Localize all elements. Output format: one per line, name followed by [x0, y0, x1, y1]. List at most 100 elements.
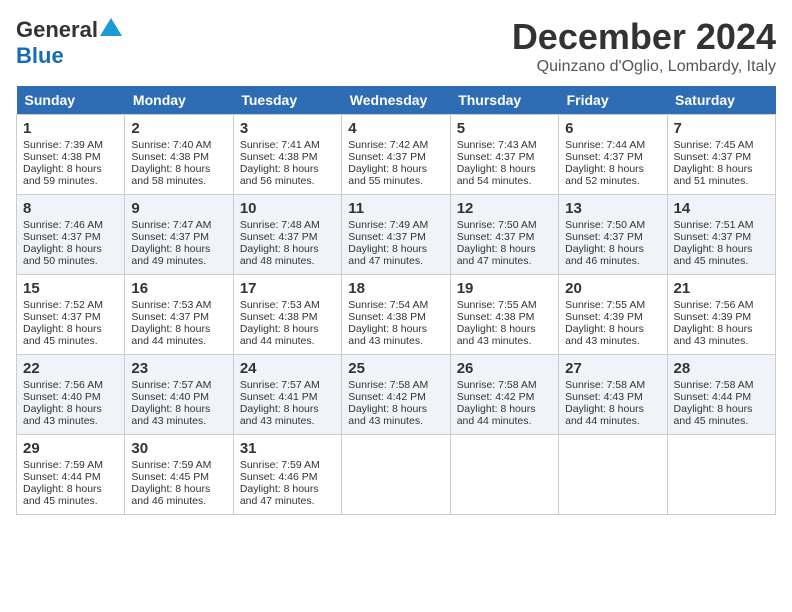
day-number: 29: [23, 440, 118, 457]
calendar-week-5: 29 Sunrise: 7:59 AMSunset: 4:44 PMDayligh…: [17, 435, 776, 515]
day-info: Sunrise: 7:51 AMSunset: 4:37 PMDaylight:…: [674, 219, 754, 267]
day-info: Sunrise: 7:58 AMSunset: 4:44 PMDaylight:…: [674, 379, 754, 427]
day-number: 12: [457, 200, 552, 217]
day-number: 31: [240, 440, 335, 457]
location-title: Quinzano d'Oglio, Lombardy, Italy: [512, 58, 776, 76]
calendar-cell: 19 Sunrise: 7:55 AMSunset: 4:38 PMDayligh…: [450, 275, 558, 355]
calendar-cell: 30Sunrise: 7:59 AMSunset: 4:45 PMDayligh…: [125, 435, 233, 515]
day-info: Sunrise: 7:40 AMSunset: 4:38 PMDaylight:…: [131, 139, 211, 187]
day-number: 16: [131, 280, 226, 297]
logo: General Blue: [16, 16, 122, 69]
calendar-cell: [667, 435, 775, 515]
header-sunday: Sunday: [17, 86, 125, 115]
day-number: 14: [674, 200, 769, 217]
day-number: 21: [674, 280, 769, 297]
day-number: 24: [240, 360, 335, 377]
day-info: Sunrise: 7:50 AMSunset: 4:37 PMDaylight:…: [565, 219, 645, 267]
month-title: December 2024: [512, 16, 776, 58]
day-number: 19: [457, 280, 552, 297]
logo-blue: Blue: [16, 43, 64, 68]
day-info: Sunrise: 7:58 AMSunset: 4:43 PMDaylight:…: [565, 379, 645, 427]
calendar-cell: 1Sunrise: 7:39 AMSunset: 4:38 PMDaylight…: [17, 115, 125, 195]
header: General Blue December 2024 Quinzano d'Og…: [16, 16, 776, 76]
day-info: Sunrise: 7:50 AMSunset: 4:37 PMDaylight:…: [457, 219, 537, 267]
day-number: 7: [674, 120, 769, 137]
calendar-cell: 20Sunrise: 7:55 AMSunset: 4:39 PMDayligh…: [559, 275, 667, 355]
calendar-cell: 21 Sunrise: 7:56 AMSunset: 4:39 PMDayligh…: [667, 275, 775, 355]
day-info: Sunrise: 7:57 AMSunset: 4:40 PMDaylight:…: [131, 379, 211, 427]
day-info: Sunrise: 7:59 AMSunset: 4:45 PMDaylight:…: [131, 459, 211, 507]
day-number: 1: [23, 120, 118, 137]
header-tuesday: Tuesday: [233, 86, 341, 115]
day-info: Sunrise: 7:52 AMSunset: 4:37 PMDaylight:…: [23, 299, 103, 347]
day-number: 23: [131, 360, 226, 377]
day-info: Sunrise: 7:54 AMSunset: 4:38 PMDaylight:…: [348, 299, 428, 347]
calendar-cell: 2 Sunrise: 7:40 AMSunset: 4:38 PMDaylight…: [125, 115, 233, 195]
calendar-week-4: 22Sunrise: 7:56 AMSunset: 4:40 PMDayligh…: [17, 355, 776, 435]
day-info: Sunrise: 7:57 AMSunset: 4:41 PMDaylight:…: [240, 379, 320, 427]
calendar-cell: 15 Sunrise: 7:52 AMSunset: 4:37 PMDayligh…: [17, 275, 125, 355]
day-number: 2: [131, 120, 226, 137]
day-info: Sunrise: 7:56 AMSunset: 4:39 PMDaylight:…: [674, 299, 754, 347]
calendar-cell: 6 Sunrise: 7:44 AMSunset: 4:37 PMDaylight…: [559, 115, 667, 195]
day-info: Sunrise: 7:43 AMSunset: 4:37 PMDaylight:…: [457, 139, 537, 187]
calendar-week-2: 8 Sunrise: 7:46 AMSunset: 4:37 PMDaylight…: [17, 195, 776, 275]
calendar-cell: [450, 435, 558, 515]
title-area: December 2024 Quinzano d'Oglio, Lombardy…: [512, 16, 776, 76]
header-wednesday: Wednesday: [342, 86, 450, 115]
calendar-cell: 10 Sunrise: 7:48 AMSunset: 4:37 PMDayligh…: [233, 195, 341, 275]
day-number: 8: [23, 200, 118, 217]
calendar-cell: 25Sunrise: 7:58 AMSunset: 4:42 PMDayligh…: [342, 355, 450, 435]
day-number: 27: [565, 360, 660, 377]
day-number: 17: [240, 280, 335, 297]
calendar-cell: 14 Sunrise: 7:51 AMSunset: 4:37 PMDayligh…: [667, 195, 775, 275]
calendar-cell: 17 Sunrise: 7:53 AMSunset: 4:38 PMDayligh…: [233, 275, 341, 355]
calendar-cell: 13 Sunrise: 7:50 AMSunset: 4:37 PMDayligh…: [559, 195, 667, 275]
day-number: 6: [565, 120, 660, 137]
calendar-cell: 22Sunrise: 7:56 AMSunset: 4:40 PMDayligh…: [17, 355, 125, 435]
day-info: Sunrise: 7:42 AMSunset: 4:37 PMDaylight:…: [348, 139, 428, 187]
header-monday: Monday: [125, 86, 233, 115]
day-number: 28: [674, 360, 769, 377]
day-info: Sunrise: 7:53 AMSunset: 4:37 PMDaylight:…: [131, 299, 211, 347]
calendar-cell: 8 Sunrise: 7:46 AMSunset: 4:37 PMDaylight…: [17, 195, 125, 275]
day-number: 5: [457, 120, 552, 137]
day-number: 3: [240, 120, 335, 137]
calendar-cell: 26Sunrise: 7:58 AMSunset: 4:42 PMDayligh…: [450, 355, 558, 435]
calendar-cell: 23 Sunrise: 7:57 AMSunset: 4:40 PMDayligh…: [125, 355, 233, 435]
calendar-cell: 24 Sunrise: 7:57 AMSunset: 4:41 PMDayligh…: [233, 355, 341, 435]
calendar-cell: 27 Sunrise: 7:58 AMSunset: 4:43 PMDayligh…: [559, 355, 667, 435]
days-header-row: Sunday Monday Tuesday Wednesday Thursday…: [17, 86, 776, 115]
day-info: Sunrise: 7:44 AMSunset: 4:37 PMDaylight:…: [565, 139, 645, 187]
day-info: Sunrise: 7:56 AMSunset: 4:40 PMDaylight:…: [23, 379, 103, 427]
day-number: 10: [240, 200, 335, 217]
calendar-cell: 16 Sunrise: 7:53 AMSunset: 4:37 PMDayligh…: [125, 275, 233, 355]
day-info: Sunrise: 7:59 AMSunset: 4:44 PMDaylight:…: [23, 459, 103, 507]
day-info: Sunrise: 7:58 AMSunset: 4:42 PMDaylight:…: [348, 379, 428, 427]
header-thursday: Thursday: [450, 86, 558, 115]
day-number: 13: [565, 200, 660, 217]
day-info: Sunrise: 7:47 AMSunset: 4:37 PMDaylight:…: [131, 219, 211, 267]
calendar-cell: 4 Sunrise: 7:42 AMSunset: 4:37 PMDaylight…: [342, 115, 450, 195]
day-number: 4: [348, 120, 443, 137]
calendar-cell: 5 Sunrise: 7:43 AMSunset: 4:37 PMDaylight…: [450, 115, 558, 195]
day-info: Sunrise: 7:41 AMSunset: 4:38 PMDaylight:…: [240, 139, 320, 187]
logo-general: General: [16, 19, 98, 41]
calendar-week-1: 1Sunrise: 7:39 AMSunset: 4:38 PMDaylight…: [17, 115, 776, 195]
calendar-cell: 12 Sunrise: 7:50 AMSunset: 4:37 PMDayligh…: [450, 195, 558, 275]
day-info: Sunrise: 7:55 AMSunset: 4:38 PMDaylight:…: [457, 299, 537, 347]
calendar-cell: 31 Sunrise: 7:59 AMSunset: 4:46 PMDayligh…: [233, 435, 341, 515]
day-number: 15: [23, 280, 118, 297]
header-saturday: Saturday: [667, 86, 775, 115]
calendar-cell: 29 Sunrise: 7:59 AMSunset: 4:44 PMDayligh…: [17, 435, 125, 515]
day-info: Sunrise: 7:48 AMSunset: 4:37 PMDaylight:…: [240, 219, 320, 267]
logo-triangle-icon: [100, 16, 122, 38]
day-info: Sunrise: 7:46 AMSunset: 4:37 PMDaylight:…: [23, 219, 103, 267]
calendar-cell: 3 Sunrise: 7:41 AMSunset: 4:38 PMDaylight…: [233, 115, 341, 195]
day-info: Sunrise: 7:53 AMSunset: 4:38 PMDaylight:…: [240, 299, 320, 347]
day-info: Sunrise: 7:45 AMSunset: 4:37 PMDaylight:…: [674, 139, 754, 187]
header-friday: Friday: [559, 86, 667, 115]
day-info: Sunrise: 7:59 AMSunset: 4:46 PMDaylight:…: [240, 459, 320, 507]
day-info: Sunrise: 7:49 AMSunset: 4:37 PMDaylight:…: [348, 219, 428, 267]
calendar-cell: 9Sunrise: 7:47 AMSunset: 4:37 PMDaylight…: [125, 195, 233, 275]
